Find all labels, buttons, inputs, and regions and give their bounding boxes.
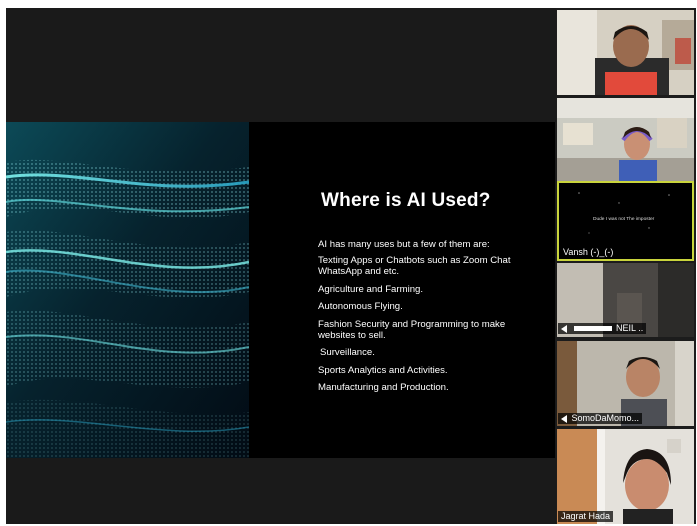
participant-name: NEIL .. [616, 323, 644, 333]
muted-microphone-icon [561, 414, 567, 423]
slide-bullet: Sports Analytics and Activities. [318, 364, 448, 376]
participant-name-tag: SomoDaMomo... [558, 413, 643, 424]
participant-tile[interactable]: SomoDaMomo... [557, 341, 694, 426]
participant-tile[interactable] [557, 98, 694, 183]
muted-microphone-icon [561, 324, 567, 333]
participant-name-tag: Vansh (-)_(-) [560, 247, 617, 258]
slide-bullet: Agriculture and Farming. [318, 283, 424, 295]
participant-video [557, 98, 694, 183]
participant-tile[interactable] [557, 10, 694, 95]
slide-wave-image [6, 122, 249, 458]
slide-bullet-list: AI has many uses but a few of them are: … [318, 239, 518, 400]
participant-name: SomoDaMomo... [571, 413, 640, 423]
slide-bullet: Fashion Security and Programming to make… [318, 318, 506, 341]
participant-name: Vansh (-)_(-) [563, 247, 614, 257]
participant-video-text: Dude I was not The imposter [593, 217, 655, 222]
participant-video [557, 10, 694, 95]
slide-intro: AI has many uses but a few of them are: [318, 239, 490, 250]
slide-bullet: Autonomous Flying. [318, 301, 403, 312]
participant-tile[interactable]: Jagrat Hada [557, 429, 694, 524]
participant-name-tag: Jagrat Hada [558, 511, 614, 522]
participant-gallery: Dude I was not The imposter Vansh (-)_(-… [557, 8, 696, 524]
participant-tile[interactable]: NEIL .. [557, 263, 694, 337]
participant-name-tag: NEIL .. [558, 323, 647, 334]
screen-share-area: Where is AI Used? AI has many uses but a… [6, 8, 556, 524]
meeting-window: Where is AI Used? AI has many uses but a… [6, 8, 696, 524]
slide-text-panel: Where is AI Used? AI has many uses but a… [250, 122, 555, 458]
participant-video [557, 429, 694, 524]
slide-title: Where is AI Used? [321, 190, 491, 211]
slide-bullet: Texting Apps or Chatbots such as Zoom Ch… [318, 255, 511, 277]
participant-name: Jagrat Hada [561, 511, 611, 521]
redacted-name-bar [573, 326, 612, 332]
slide-bullet: Surveillance. [320, 347, 375, 358]
shared-slide: Where is AI Used? AI has many uses but a… [6, 122, 555, 458]
slide-bullet: Manufacturing and Production. [318, 382, 449, 393]
participant-tile-active-speaker[interactable]: Dude I was not The imposter Vansh (-)_(-… [557, 181, 694, 261]
